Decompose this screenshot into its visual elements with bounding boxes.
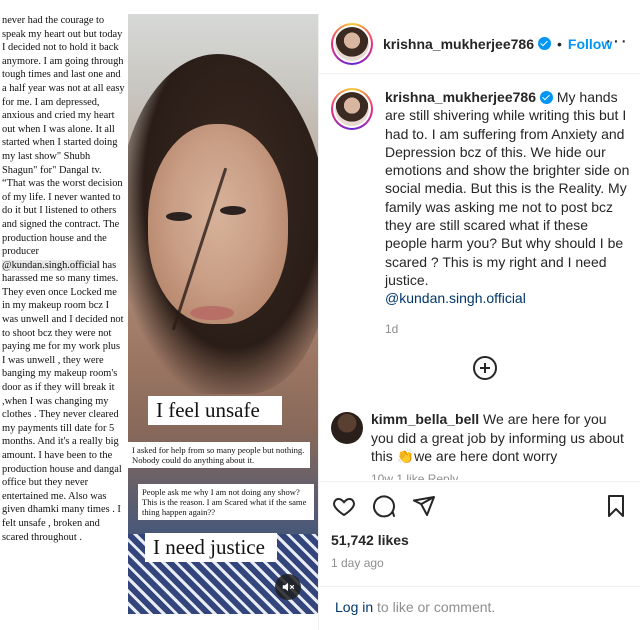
comment-meta: 10w 1 like Reply <box>371 472 459 480</box>
load-more-comments-plus-icon[interactable] <box>473 356 497 380</box>
caption-row: krishna_mukherjee786 My hands are still … <box>319 74 640 338</box>
label-need-justice: I need justice <box>145 533 277 562</box>
caption-timestamp[interactable]: 1d <box>385 320 633 338</box>
author-username[interactable]: krishna_mukherjee786 <box>383 36 534 52</box>
clapping-emoji-icon: 👏 <box>396 448 415 464</box>
label-asked-help: I asked for help from so many people but… <box>128 442 310 468</box>
more-options-icon[interactable]: ··· <box>605 31 628 51</box>
avatar-image <box>335 26 369 61</box>
post-caption: krishna_mukherjee786 My hands are still … <box>385 88 633 338</box>
comment-icon[interactable] <box>371 493 397 519</box>
commenter-username[interactable]: kimm_bella_bell <box>371 411 479 427</box>
post-side-panel: krishna_mukherjee786 • Follow ··· krishn… <box>318 14 640 630</box>
avatar-image <box>335 92 369 126</box>
post-date[interactable]: 1 day ago <box>331 556 629 570</box>
share-icon[interactable] <box>411 493 437 519</box>
right-eye <box>220 206 246 215</box>
author-avatar[interactable] <box>331 22 373 65</box>
action-bar: 51,742 likes 1 day ago <box>319 481 640 580</box>
caption-mention-link[interactable]: @kundan.singh.official <box>385 290 526 306</box>
heart-icon[interactable] <box>331 493 357 519</box>
story-text-part-1: never had the courage to speak my heart … <box>2 15 125 258</box>
post-media[interactable]: never had the courage to speak my heart … <box>0 14 318 614</box>
story-text-part-2: has harassed me so many times. They even… <box>2 259 124 543</box>
verified-badge-icon <box>539 91 553 104</box>
selfie-photo <box>128 14 318 614</box>
login-prompt: Log in to like or comment. <box>319 586 640 627</box>
login-link[interactable]: Log in <box>335 599 373 615</box>
caption-author-avatar[interactable] <box>331 88 373 130</box>
likes-count[interactable]: 51,742 likes <box>331 532 629 548</box>
face-shape <box>148 124 288 324</box>
post-header: krishna_mukherjee786 • Follow ··· <box>319 14 640 74</box>
lips <box>190 306 234 320</box>
speaker-muted-icon <box>282 582 295 592</box>
story-text-column: never had the courage to speak my heart … <box>0 14 128 614</box>
separator-dot: • <box>556 35 562 52</box>
label-feel-unsafe: I feel unsafe <box>148 396 282 425</box>
story-text-mention: @kundan.singh.official <box>2 259 100 271</box>
verified-badge-icon <box>537 37 551 50</box>
comment-text-part-2: we are here dont worry <box>414 448 558 464</box>
caption-text: My hands are still shivering while writi… <box>385 89 630 288</box>
comment-item: kimm_bella_bell We are here for you you … <box>331 410 631 466</box>
commenter-avatar[interactable] <box>331 412 363 444</box>
comment-text-block: kimm_bella_bell We are here for you you … <box>371 410 631 466</box>
caption-username[interactable]: krishna_mukherjee786 <box>385 89 536 105</box>
left-eye <box>166 212 192 221</box>
mute-button[interactable] <box>275 574 301 600</box>
login-prompt-text: to like or comment. <box>373 599 496 615</box>
label-people-ask: People ask me why I am not doing any sho… <box>138 484 314 520</box>
bookmark-icon[interactable] <box>603 493 629 519</box>
